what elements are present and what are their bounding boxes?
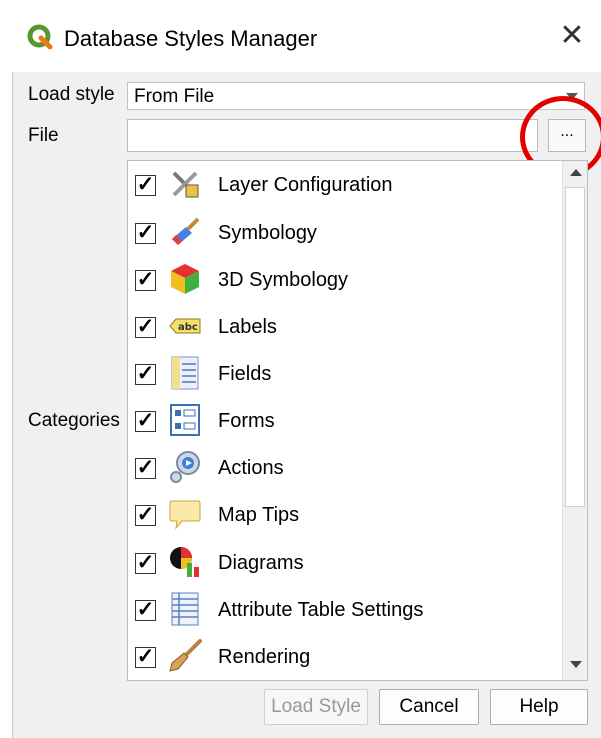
load-style-button[interactable]: Load Style (264, 689, 368, 725)
labels-icon: abc (169, 318, 201, 334)
list-item[interactable]: ✓ Fields (128, 356, 558, 396)
list-item[interactable]: ✓ Diagrams (128, 545, 558, 585)
layer-configuration-icon (172, 171, 199, 198)
checkbox-attribute-table-settings[interactable]: ✓ (135, 599, 156, 621)
scroll-down-icon[interactable] (570, 661, 582, 668)
list-item[interactable]: ✓ Layer Configuration (128, 167, 558, 207)
vertical-scrollbar[interactable] (562, 161, 587, 680)
close-icon[interactable]: ✕ (556, 20, 588, 52)
forms-icon (170, 404, 200, 436)
diagrams-icon (170, 547, 199, 577)
load-style-dropdown[interactable]: From File (127, 82, 585, 110)
categories-list[interactable]: ✓ Layer Configuration ✓ Symbology ✓ 3D S… (127, 160, 588, 681)
checkbox-map-tips[interactable]: ✓ (135, 504, 156, 526)
checkbox-layer-configuration[interactable]: ✓ (135, 174, 156, 196)
list-item[interactable]: ✓ Symbology (128, 215, 558, 255)
checkbox-fields[interactable]: ✓ (135, 363, 156, 385)
title-bar: Database Styles Manager ✕ (0, 0, 601, 72)
list-item[interactable]: ✓ Forms (128, 403, 558, 443)
actions-icon (170, 451, 200, 483)
category-label: Fields (218, 363, 272, 385)
list-item[interactable]: ✓ 3D Symbology (128, 262, 558, 302)
checkbox-labels[interactable]: ✓ (135, 316, 156, 338)
scrollbar-thumb[interactable] (565, 187, 585, 507)
category-label: Diagrams (218, 552, 304, 574)
qgis-logo-icon (27, 24, 53, 50)
cancel-button[interactable]: Cancel (379, 689, 479, 725)
category-label: 3D Symbology (218, 269, 349, 291)
list-item[interactable]: ✓ Actions (128, 450, 558, 490)
category-label: Symbology (218, 222, 317, 244)
list-item[interactable]: ✓ Rendering (128, 639, 558, 679)
list-item[interactable]: ✓ Attribute Table Settings (128, 592, 558, 632)
load-style-label: Load style (28, 84, 115, 105)
help-button[interactable]: Help (490, 689, 588, 725)
svg-text:abc: abc (178, 322, 198, 333)
categories-label: Categories (28, 410, 120, 431)
checkbox-diagrams[interactable]: ✓ (135, 552, 156, 574)
checkbox-3d-symbology[interactable]: ✓ (135, 269, 156, 291)
symbology-icon (172, 217, 200, 245)
file-path-input[interactable] (127, 119, 538, 152)
window-title: Database Styles Manager (64, 26, 318, 51)
map-tips-icon (169, 500, 201, 530)
fields-icon (171, 356, 199, 390)
load-style-value: From File (134, 86, 215, 107)
checkbox-actions[interactable]: ✓ (135, 457, 156, 479)
category-label: Attribute Table Settings (218, 599, 424, 621)
category-label: Rendering (218, 646, 311, 668)
file-label: File (28, 125, 59, 146)
scroll-up-icon[interactable] (570, 169, 582, 176)
category-label: Map Tips (218, 504, 300, 526)
checkbox-symbology[interactable]: ✓ (135, 222, 156, 244)
category-label: Forms (218, 410, 275, 432)
attribute-table-icon (171, 592, 199, 626)
category-label: Actions (218, 457, 284, 479)
category-label: Labels (218, 316, 277, 338)
checkbox-rendering[interactable]: ✓ (135, 646, 156, 668)
list-item[interactable]: ✓ Map Tips (128, 497, 558, 537)
list-item[interactable]: ✓ abc Labels (128, 309, 558, 349)
checkbox-forms[interactable]: ✓ (135, 410, 156, 432)
category-label: Layer Configuration (218, 174, 393, 196)
rendering-icon (169, 639, 202, 672)
background-window-edge (0, 72, 12, 738)
3d-symbology-icon (171, 264, 199, 294)
